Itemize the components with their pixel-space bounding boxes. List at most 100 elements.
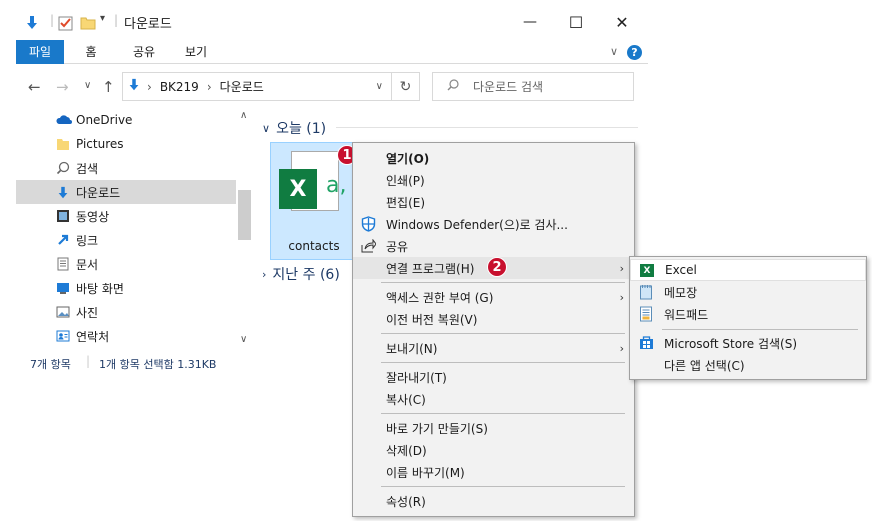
sidebar-item-photos[interactable]: 사진 [16, 300, 236, 324]
menu-item-copy[interactable]: 복사(C) [353, 388, 634, 410]
sidebar-item-label: 사진 [76, 305, 99, 320]
close-button[interactable]: ✕ [599, 6, 645, 38]
chevron-right-icon: › [262, 267, 267, 281]
store-icon [639, 335, 654, 353]
sidebar-item-onedrive[interactable]: OneDrive [16, 108, 236, 132]
group-divider [336, 127, 638, 128]
sidebar-item-videos[interactable]: 동영상 [16, 204, 236, 228]
file-preview-text: a, [326, 173, 347, 198]
menu-item-edit[interactable]: 편집(E) [353, 191, 634, 213]
callout-badge-2: 2 [487, 257, 507, 277]
menu-item-store-search[interactable]: Microsoft Store 검색(S) [630, 332, 866, 354]
tab-view[interactable]: 보기 [176, 40, 216, 64]
sidebar-item-label: 링크 [76, 233, 99, 248]
sidebar-item-label: Pictures [76, 137, 124, 151]
breadcrumb-downloads[interactable]: 다운로드 [220, 78, 264, 95]
photo-icon [56, 305, 70, 319]
up-button[interactable]: ↑ [102, 78, 115, 96]
sidebar-item-label: 바탕 화면 [76, 281, 124, 296]
sidebar-scrollbar[interactable]: ∧ ∨ [236, 108, 254, 352]
maximize-button[interactable]: ☐ [553, 6, 599, 38]
refresh-button[interactable]: ↻ [392, 72, 420, 101]
menu-item-restore-versions[interactable]: 이전 버전 복원(V) [353, 308, 634, 330]
document-icon [56, 257, 70, 271]
group-header-today[interactable]: ∨ 오늘 (1) [262, 118, 326, 138]
properties-icon[interactable] [58, 15, 73, 34]
scroll-down-arrow-icon[interactable]: ∨ [240, 334, 247, 345]
sidebar-item-documents[interactable]: 문서 [16, 252, 236, 276]
expand-ribbon-button[interactable]: ∨ [606, 40, 622, 64]
sidebar-item-pictures[interactable]: Pictures [16, 132, 236, 156]
menu-separator [662, 329, 858, 330]
wordpad-icon [639, 306, 653, 325]
sidebar-item-label: 다운로드 [76, 185, 121, 200]
link-icon [56, 233, 70, 247]
menu-item-excel[interactable]: X Excel [630, 259, 866, 281]
excel-icon: X [640, 264, 654, 277]
menu-item-print[interactable]: 인쇄(P) [353, 169, 634, 191]
notepad-icon [639, 284, 653, 303]
sidebar-item-contacts[interactable]: 연락처 [16, 324, 236, 348]
context-menu: 열기(O) 인쇄(P) 편집(E) Windows Defender(으)로 검… [352, 142, 635, 517]
menu-item-wordpad[interactable]: 워드패드 [630, 303, 866, 325]
file-name: contacts [288, 239, 340, 253]
defender-shield-icon [361, 216, 376, 235]
menu-item-defender-scan[interactable]: Windows Defender(으)로 검사... [353, 213, 634, 235]
sidebar-item-desktop[interactable]: 바탕 화면 [16, 276, 236, 300]
customize-toolbar-icon[interactable]: ▾ [100, 13, 105, 24]
breadcrumb-separator: › [147, 79, 152, 94]
submenu-arrow-icon: › [619, 341, 624, 355]
search-input[interactable]: 다운로드 검색 [432, 72, 634, 101]
menu-item-delete[interactable]: 삭제(D) [353, 439, 634, 461]
minimize-button[interactable]: — [507, 6, 553, 38]
menu-separator [381, 333, 625, 334]
sidebar-item-label: 연락처 [76, 329, 110, 344]
download-location-icon [127, 77, 141, 96]
sidebar-item-label: 동영상 [76, 209, 110, 224]
menu-item-share[interactable]: 공유 [353, 235, 634, 257]
sidebar-item-label: 문서 [76, 257, 99, 272]
new-folder-icon[interactable] [80, 15, 96, 34]
submenu-arrow-icon: › [619, 261, 624, 275]
address-bar[interactable]: › BK219 › 다운로드 ∨ [122, 72, 392, 101]
title-bar: | ▾ | 다운로드 — ☐ ✕ [0, 0, 872, 40]
menu-separator [381, 282, 625, 283]
menu-separator [381, 413, 625, 414]
excel-icon: X [279, 169, 317, 209]
status-item-count: 7개 항목 [30, 358, 71, 371]
cloud-icon [56, 113, 72, 127]
tab-home[interactable]: 홈 [76, 40, 106, 64]
scrollbar-thumb[interactable] [238, 190, 251, 240]
menu-item-create-shortcut[interactable]: 바로 가기 만들기(S) [353, 417, 634, 439]
help-icon[interactable]: ? [627, 45, 642, 60]
sidebar-item-downloads[interactable]: 다운로드 [16, 180, 236, 204]
scroll-up-arrow-icon[interactable]: ∧ [240, 110, 247, 121]
group-header-last-week[interactable]: › 지난 주 (6) [262, 264, 340, 284]
tab-file[interactable]: 파일 [16, 40, 64, 64]
search-icon [56, 161, 70, 175]
recent-locations-button[interactable]: ∨ [84, 80, 91, 91]
forward-button[interactable]: → [56, 78, 69, 96]
sidebar-item-label: 검색 [76, 161, 99, 176]
menu-item-rename[interactable]: 이름 바꾸기(M) [353, 461, 634, 483]
open-with-submenu: X Excel 메모장 워드패드 Microsoft Store 검색(S) 다… [629, 256, 867, 380]
video-icon [56, 209, 70, 223]
address-dropdown-button[interactable]: ∨ [376, 81, 383, 92]
status-selection: 1개 항목 선택함 1.31KB [99, 358, 217, 371]
sidebar-item-links[interactable]: 링크 [16, 228, 236, 252]
menu-item-properties[interactable]: 속성(R) [353, 490, 634, 512]
tab-share[interactable]: 공유 [124, 40, 164, 64]
menu-item-choose-another-app[interactable]: 다른 앱 선택(C) [630, 354, 866, 376]
desktop-icon [56, 281, 70, 295]
menu-item-give-access[interactable]: 액세스 권한 부여 (G) › [353, 286, 634, 308]
download-folder-icon [24, 15, 40, 34]
back-button[interactable]: ← [28, 78, 41, 96]
breadcrumb-bk219[interactable]: BK219 [160, 80, 199, 94]
menu-item-cut[interactable]: 잘라내기(T) [353, 366, 634, 388]
ribbon-tabs: 파일 홈 공유 보기 ∨ ? [16, 40, 648, 64]
download-icon [56, 185, 70, 199]
menu-item-notepad[interactable]: 메모장 [630, 281, 866, 303]
sidebar-item-search[interactable]: 검색 [16, 156, 236, 180]
menu-item-send-to[interactable]: 보내기(N) › [353, 337, 634, 359]
menu-item-open[interactable]: 열기(O) [353, 147, 634, 169]
